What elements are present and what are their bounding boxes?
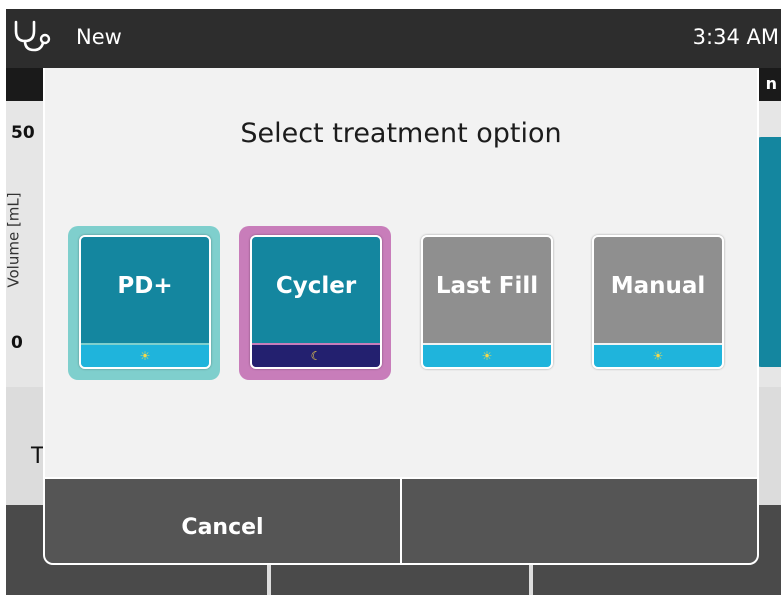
- status-bar: New 3:34 AM: [6, 9, 781, 68]
- stethoscope-icon: [14, 20, 51, 52]
- sun-icon: ☀: [139, 349, 151, 363]
- option-pd-plus-highlight: PD+ ☀: [68, 226, 220, 380]
- y-axis-label: Volume [mL]: [6, 192, 23, 288]
- sun-icon: ☀: [481, 349, 493, 363]
- option-cycler-button[interactable]: Cycler ☾: [250, 235, 382, 369]
- moon-icon: ☾: [310, 349, 322, 363]
- option-pd-plus-button[interactable]: PD+ ☀: [79, 235, 211, 369]
- day-mode-strip: ☀: [423, 345, 551, 367]
- option-manual-button[interactable]: Manual ☀: [592, 235, 724, 369]
- clock: 3:34 AM: [692, 25, 779, 49]
- night-mode-strip: ☾: [252, 345, 380, 367]
- dialog-title: Select treatment option: [240, 118, 562, 149]
- option-label: Cycler: [275, 273, 357, 299]
- screen-title: New: [76, 25, 122, 49]
- sun-icon: ☀: [652, 349, 664, 363]
- dialog-footer: Cancel: [45, 477, 757, 563]
- treatment-option-dialog: Select treatment option PD+ ☀ Cycler ☾ L…: [43, 68, 759, 565]
- cancel-button[interactable]: Cancel: [45, 479, 400, 563]
- option-last-fill-wrap: Last Fill ☀: [410, 226, 562, 380]
- background-header-text: n: [765, 74, 777, 93]
- option-last-fill-button[interactable]: Last Fill ☀: [421, 235, 553, 369]
- background-tile: [757, 137, 781, 367]
- option-manual-wrap: Manual ☀: [581, 226, 733, 380]
- empty-footer-slot: [402, 479, 757, 563]
- option-cycler-highlight: Cycler ☾: [239, 226, 391, 380]
- y-axis-min-label: 0: [11, 333, 23, 353]
- option-label: Manual: [610, 273, 706, 299]
- day-mode-strip: ☀: [81, 345, 209, 367]
- day-mode-strip: ☀: [594, 345, 722, 367]
- y-axis-max-label: 50: [11, 123, 35, 143]
- device-screen: New 3:34 AM n 50 Volume [mL] 0 T Select …: [6, 9, 781, 595]
- option-label: Last Fill: [435, 273, 539, 299]
- option-label: PD+: [117, 273, 173, 299]
